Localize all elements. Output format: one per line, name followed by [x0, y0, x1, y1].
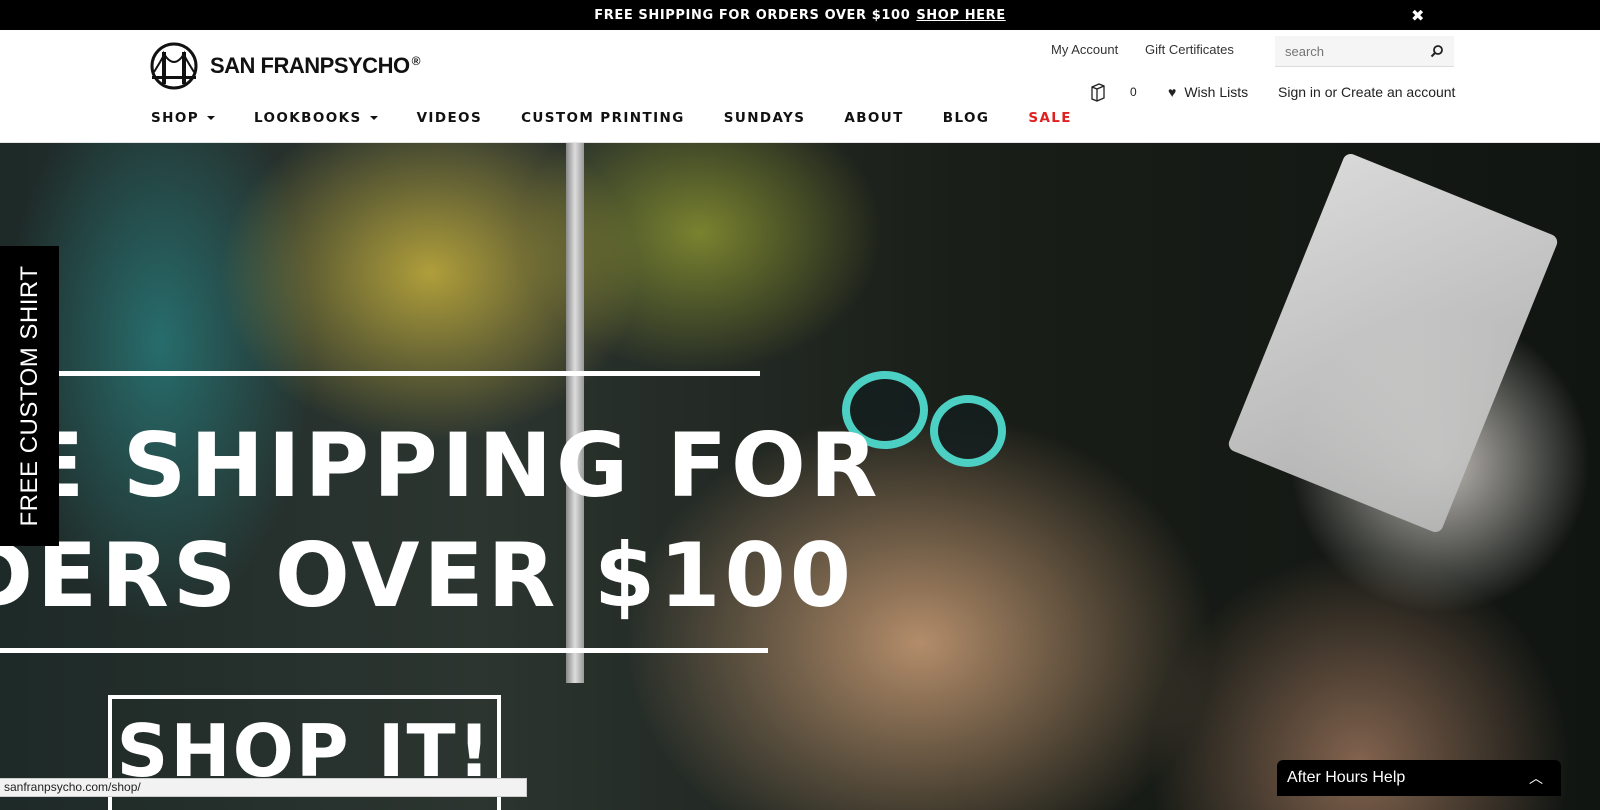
- logo-text: SAN FRANPSYCHO ®: [210, 53, 420, 78]
- hero-divider: [0, 371, 760, 376]
- shop-here-link[interactable]: SHOP HERE: [916, 8, 1005, 23]
- side-tab-label: FREE CUSTOM SHIRT: [15, 265, 43, 527]
- caret-down-icon: [369, 116, 378, 120]
- browser-status-bar: sanfranpsycho.com/shop/: [0, 778, 527, 797]
- announcement-bar: FREE SHIPPING FOR ORDERS OVER $100 SHOP …: [0, 0, 1600, 30]
- hero-photo-boombox: [1226, 151, 1560, 535]
- site-header: SAN FRANPSYCHO ® My Account Gift Certific…: [0, 30, 1600, 143]
- shopping-bag-icon: [1091, 83, 1105, 102]
- search-icon[interactable]: [1430, 44, 1444, 58]
- nav-item-shop[interactable]: SHOP: [151, 110, 215, 126]
- heart-icon: ♥: [1168, 84, 1177, 100]
- nav-item-sundays[interactable]: SUNDAYS: [724, 110, 806, 126]
- cart-count: 0: [1130, 85, 1137, 99]
- wish-lists-link[interactable]: ♥ Wish Lists: [1168, 84, 1248, 100]
- search-input[interactable]: [1275, 42, 1427, 60]
- hero-banner[interactable]: EE SHIPPING FOR DERS OVER $100 SHOP IT!: [0, 143, 1600, 810]
- cart[interactable]: 0: [1090, 82, 1137, 102]
- nav-item-about[interactable]: ABOUT: [844, 110, 903, 126]
- hero-headline: EE SHIPPING FOR DERS OVER $100: [0, 414, 882, 627]
- nav-item-lookbooks[interactable]: LOOKBOOKS: [254, 110, 378, 126]
- logo[interactable]: SAN FRANPSYCHO ®: [148, 42, 420, 90]
- hero-photo-sunglasses: [930, 395, 1006, 467]
- close-icon[interactable]: ✖: [1411, 6, 1425, 25]
- announcement-text: FREE SHIPPING FOR ORDERS OVER $100: [594, 7, 911, 23]
- wish-lists-label: Wish Lists: [1184, 84, 1249, 100]
- my-account-link[interactable]: My Account: [1051, 42, 1118, 57]
- nav-item-custom-printing[interactable]: CUSTOM PRINTING: [521, 110, 685, 126]
- chat-widget[interactable]: After Hours Help ︿: [1277, 760, 1561, 796]
- golden-gate-bridge-icon: [150, 42, 198, 90]
- search-box: [1275, 36, 1454, 67]
- chat-label: After Hours Help: [1287, 769, 1406, 786]
- nav-item-sale[interactable]: SALE: [1028, 110, 1072, 126]
- main-nav: SHOP LOOKBOOKS VIDEOS CUSTOM PRINTING SU…: [151, 110, 1111, 126]
- chevron-up-icon[interactable]: ︿: [1529, 760, 1543, 796]
- free-custom-shirt-tab[interactable]: FREE CUSTOM SHIRT: [0, 246, 59, 546]
- nav-item-blog[interactable]: BLOG: [943, 110, 990, 126]
- hero-divider: [0, 648, 768, 653]
- caret-down-icon: [207, 116, 215, 120]
- gift-certificates-link[interactable]: Gift Certificates: [1145, 42, 1234, 57]
- sign-in-link[interactable]: Sign in or Create an account: [1278, 84, 1455, 100]
- nav-item-videos[interactable]: VIDEOS: [417, 110, 483, 126]
